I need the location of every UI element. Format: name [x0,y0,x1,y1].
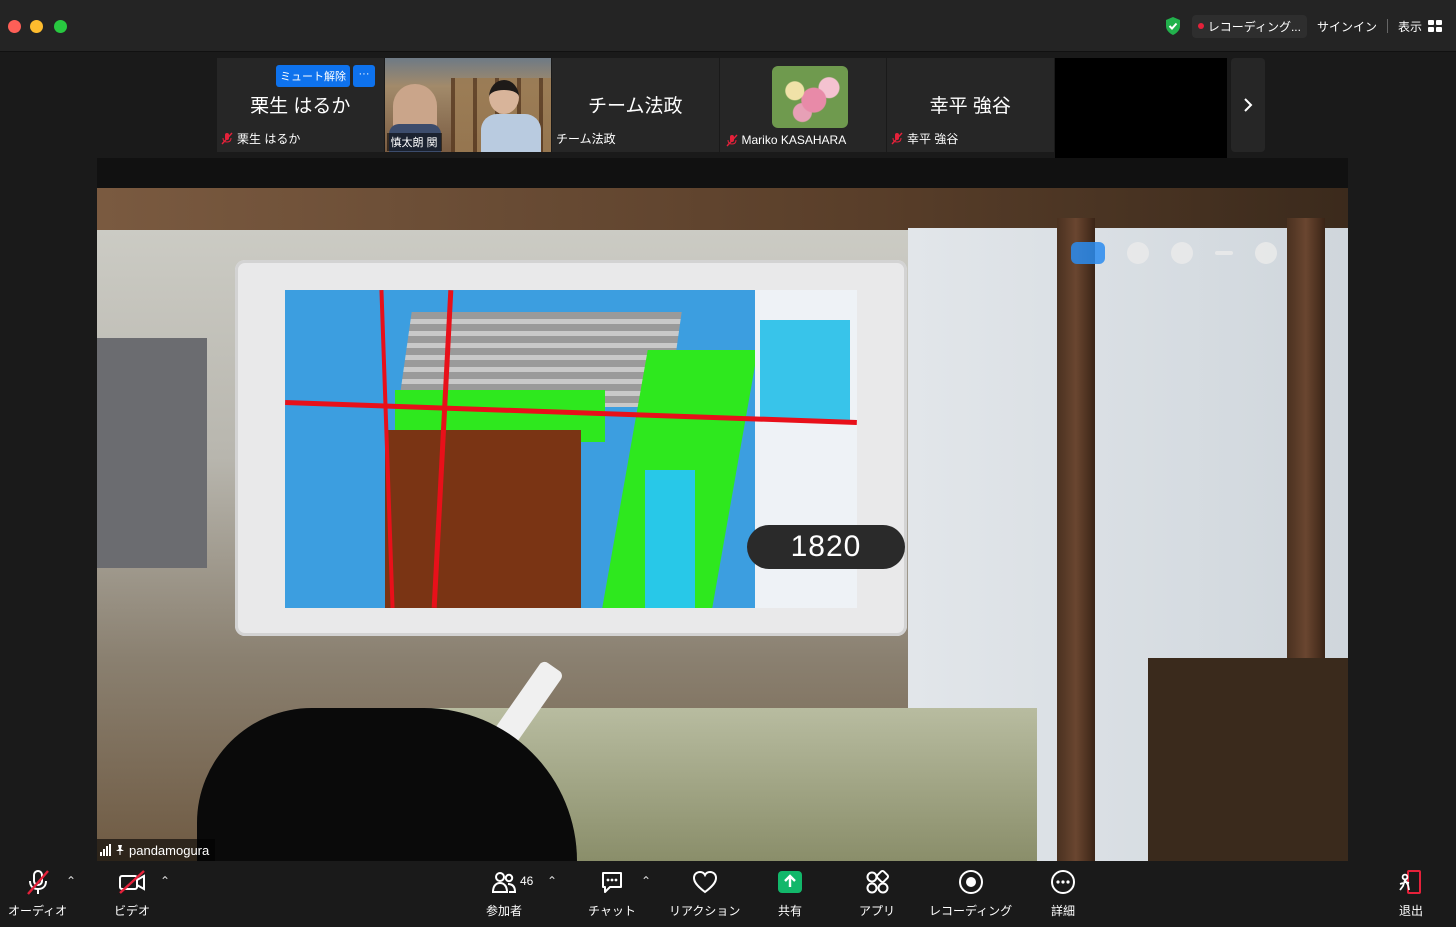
vr-record-icon [1171,242,1193,264]
participant-tile[interactable]: 幸平 強谷 幸平 強谷 [887,58,1055,152]
reactions-button-label: リアクション [669,904,741,918]
view-button[interactable]: 表示 [1398,18,1442,35]
connection-signal-icon [100,844,111,856]
view-button-label: 表示 [1397,19,1422,34]
participant-tile[interactable]: Mariko KASAHARA [719,58,887,152]
vr-minimize-icon [1215,251,1233,255]
title-bar-actions: レコーディング... サインイン 表示 [1164,14,1442,38]
meeting-toolbar: オーディオ ⌃ ビデオ ⌃ 参加者 46 ⌃ チャット ⌃ リアクション 共有 … [0,862,1456,927]
participants-icon [491,872,517,893]
audio-button[interactable]: オーディオ [8,868,67,919]
share-button-label: 共有 [777,904,802,918]
divider [1386,19,1388,33]
audio-button-label: オーディオ [8,904,68,918]
audio-options-caret[interactable]: ⌃ [66,874,76,888]
reactions-button[interactable]: リアクション [669,868,740,919]
participants-button-label: 参加者 [486,904,523,918]
record-icon [958,870,983,894]
record-button-label: レコーディング [929,904,1013,918]
measurement-label: 1820 [747,525,905,569]
recording-dot-icon [1197,23,1204,29]
participant-name: チーム法政 [588,96,683,117]
vr-toolbar [1071,242,1277,264]
active-speaker-label: pandamogura [97,839,216,861]
mic-muted-icon [891,132,903,145]
apps-icon [866,869,890,894]
recording-indicator[interactable]: レコーディング... [1191,14,1307,38]
mic-muted-icon [221,132,233,145]
tile-more-button[interactable]: ··· [353,65,375,87]
tile-actions: ミュート解除 ··· [276,65,375,87]
vr-mic-icon [1071,242,1105,264]
strip-next-button[interactable] [1231,58,1265,152]
chat-button[interactable]: チャット [588,868,636,919]
window [97,338,207,568]
participant-name: 幸平 強谷 [929,96,1011,117]
security-shield-icon[interactable] [1164,16,1182,36]
active-speaker-name: pandamogura [129,842,210,858]
minimize-window-button[interactable] [30,20,43,33]
participant-caption-text: 慎太朗 関 [386,133,442,151]
video-options-caret[interactable]: ⌃ [160,874,170,888]
participant-tile[interactable]: チーム法政 チーム法政 [552,58,720,152]
main-video[interactable]: 1820 pandamogura [97,158,1348,861]
profile-picture-flowers [771,66,848,128]
participant-tile-blank[interactable] [1054,58,1228,160]
heart-icon [692,870,717,894]
participant-strip: ミュート解除 ··· 栗生 はるか 栗生 はるか 慎太朗 関 チーム法政 チーム… [217,58,1228,160]
leave-icon [1399,870,1421,894]
share-screen-icon [778,871,802,893]
participant-count-badge: 46 [520,874,534,888]
participants-button[interactable]: 参加者 [486,868,522,919]
furniture [1148,658,1348,861]
title-bar: レコーディング... サインイン 表示 [0,0,1456,52]
participant-caption: 栗生 はるか [221,130,300,147]
apps-button-label: アプリ [859,904,896,918]
more-icon [1051,870,1075,894]
mic-muted-icon [725,134,738,146]
unmute-request-button[interactable]: ミュート解除 [276,65,350,87]
zoom-window-button[interactable] [54,20,67,33]
participant-name: 栗生 はるか [250,96,351,117]
video-button-label: ビデオ [114,904,151,918]
vr-settings-icon [1255,242,1277,264]
video-button[interactable]: ビデオ [114,868,150,919]
participant-caption-text: 栗生 はるか [237,132,301,146]
vr-scene: 1820 [97,188,1348,861]
grid-view-icon [1428,20,1442,32]
participant-caption-text: チーム法政 [556,132,616,146]
more-button-label: 詳細 [1050,904,1075,918]
close-window-button[interactable] [8,20,21,33]
chat-options-caret[interactable]: ⌃ [641,874,651,888]
signin-link[interactable]: サインイン [1317,18,1377,35]
record-button[interactable]: レコーディング [929,868,1012,919]
leave-button-label: 退出 [1398,904,1423,918]
chat-button-label: チャット [588,904,636,918]
vr-camera-icon [1127,242,1149,264]
participant-tile-video[interactable]: 慎太朗 関 [384,58,552,152]
chat-icon [601,872,622,893]
pillar [1057,218,1095,861]
chevron-right-icon [1244,98,1253,112]
video-off-icon [119,870,145,894]
participant-caption: 幸平 強谷 [891,130,958,147]
ceiling-beam [97,188,1348,230]
participant-caption-text: Mariko KASAHARA [741,133,847,147]
video-person [480,80,541,152]
mic-muted-icon [26,870,49,895]
recording-status-label: レコーディング... [1207,19,1301,34]
participant-tile[interactable]: ミュート解除 ··· 栗生 はるか 栗生 はるか [217,58,385,152]
participant-caption-text: 幸平 強谷 [907,132,959,146]
more-button[interactable]: 詳細 [1049,868,1077,919]
participant-caption: Mariko KASAHARA [725,133,847,147]
ar-panel: 1820 [235,260,907,636]
apps-button[interactable]: アプリ [859,868,895,919]
participant-caption: チーム法政 [556,130,616,147]
pin-icon [116,845,124,855]
leave-button[interactable]: 退出 [1397,868,1425,919]
share-screen-button[interactable]: 共有 [776,868,804,919]
participants-options-caret[interactable]: ⌃ [547,874,557,888]
